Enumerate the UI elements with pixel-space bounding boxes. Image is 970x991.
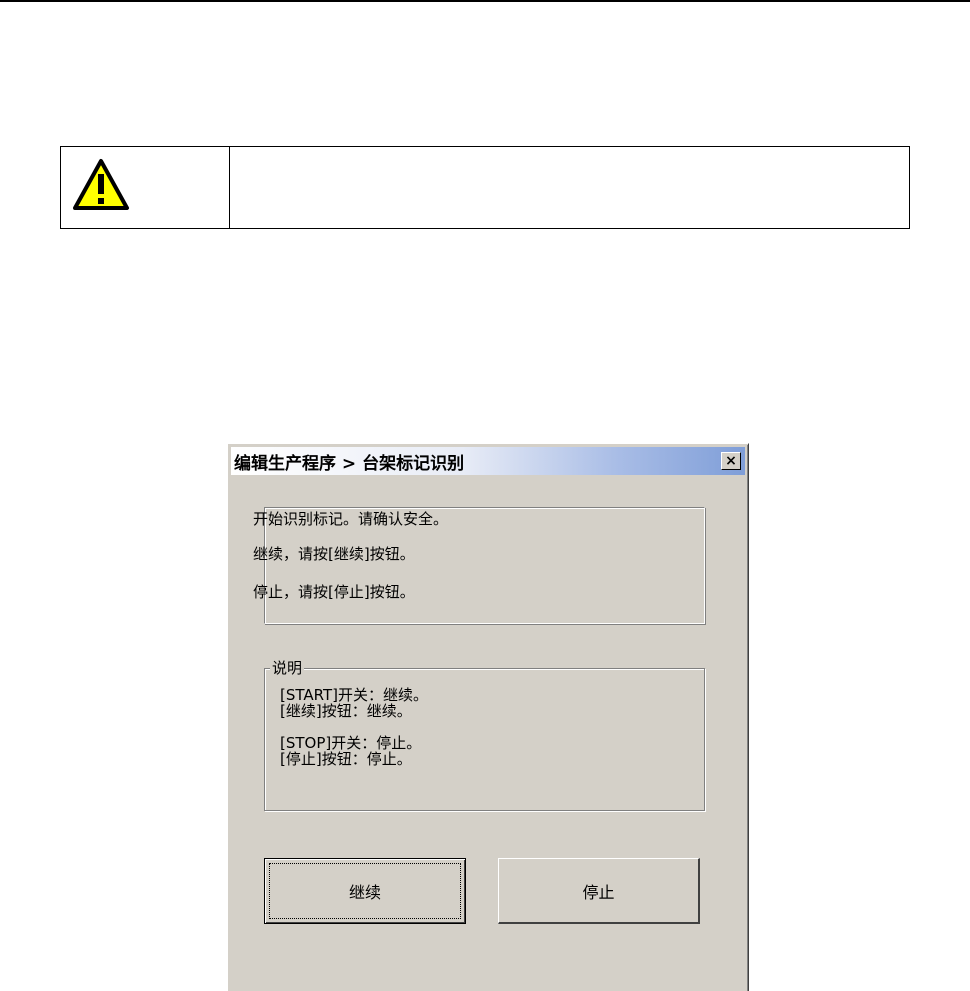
dialog-title: 编辑生产程序 > 台架标记识别 [234, 453, 465, 474]
message-panel: 开始识别标记。请确认安全。 继续，请按[继续]按钮。 停止，请按[停止]按钮。 [253, 507, 705, 624]
warning-icon [73, 159, 129, 210]
message-line: 开始识别标记。请确认安全。 [253, 510, 449, 528]
message-line: 继续，请按[继续]按钮。 [253, 545, 415, 563]
title-bar[interactable]: 编辑生产程序 > 台架标记识别 × [231, 447, 745, 475]
mark-recognition-dialog: 编辑生产程序 > 台架标记识别 × 开始识别标记。请确认安全。 继续，请按[继续… [227, 443, 749, 991]
group-title: 说明 [270, 657, 305, 678]
warning-text-cell [230, 147, 909, 228]
top-rule [0, 0, 970, 2]
instructions-group: 说明 [START]开关：继续。 [继续]按钮：继续。 [STOP]开关：停止。… [264, 657, 705, 811]
message-line: 停止，请按[停止]按钮。 [253, 583, 415, 601]
warning-box [60, 146, 910, 229]
stop-button-label: 停止 [582, 882, 615, 902]
focus-rect [269, 863, 461, 919]
continue-button[interactable]: 继续 [264, 858, 466, 924]
close-button[interactable]: × [721, 452, 741, 470]
instructions-text: [START]开关：继续。 [继续]按钮：继续。 [STOP]开关：停止。 [停… [280, 686, 428, 768]
stop-button[interactable]: 停止 [498, 858, 700, 924]
warning-icon-cell [61, 147, 230, 228]
